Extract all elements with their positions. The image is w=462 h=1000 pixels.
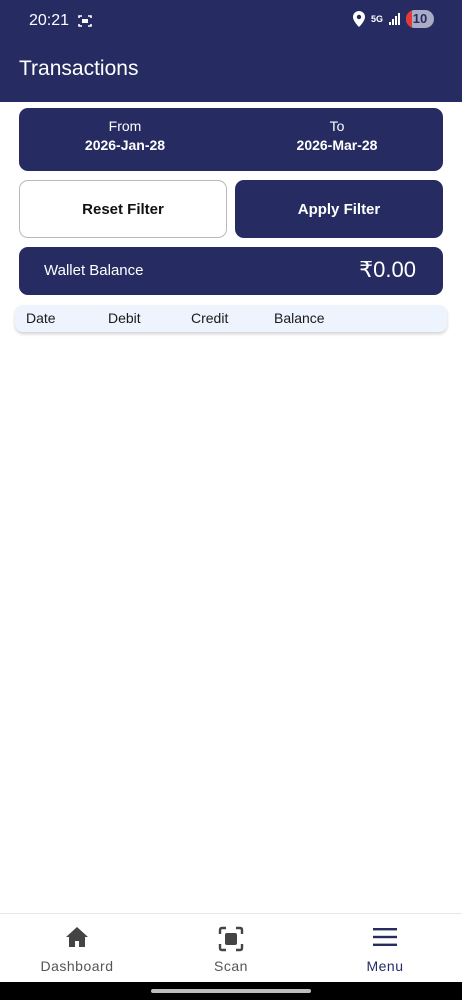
location-icon: [352, 11, 365, 27]
to-date-value: 2026-Mar-28: [296, 137, 378, 153]
column-header-credit: Credit: [191, 310, 229, 326]
wallet-balance-amount: ₹0.00: [359, 257, 416, 282]
to-label: To: [329, 118, 345, 134]
column-header-date: Date: [26, 310, 56, 326]
nav-label-menu: Menu: [366, 958, 404, 974]
status-time: 20:21: [29, 12, 70, 29]
wallet-balance-card: Wallet Balance ₹0.00: [19, 247, 443, 295]
home-icon: [65, 926, 89, 953]
from-date-value: 2026-Jan-28: [84, 137, 166, 153]
column-header-balance: Balance: [274, 310, 325, 326]
scan-icon: [218, 926, 244, 957]
transactions-table-header: Date Debit Credit Balance: [15, 305, 447, 332]
battery-icon: 10: [406, 10, 434, 28]
nav-item-menu[interactable]: Menu: [308, 914, 462, 983]
home-gesture-handle[interactable]: [151, 989, 311, 993]
signal-icon: [389, 13, 400, 25]
wallet-balance-label: Wallet Balance: [44, 262, 144, 279]
nav-label-dashboard: Dashboard: [40, 958, 114, 974]
nav-item-dashboard[interactable]: Dashboard: [0, 914, 154, 983]
date-range-card: From 2026-Jan-28 To 2026-Mar-28: [19, 108, 443, 171]
column-header-debit: Debit: [108, 310, 141, 326]
nav-item-scan[interactable]: Scan: [154, 914, 308, 983]
to-date-picker[interactable]: To 2026-Mar-28: [231, 117, 443, 155]
from-label: From: [108, 118, 142, 134]
status-bar: 20:21 5G 10: [0, 0, 462, 44]
nav-label-scan: Scan: [214, 958, 248, 974]
app-bar: Transactions: [0, 44, 462, 102]
network-type-label: 5G: [370, 13, 383, 24]
reset-filter-button[interactable]: Reset Filter: [19, 180, 227, 238]
from-date-picker[interactable]: From 2026-Jan-28: [19, 117, 231, 155]
page-title: Transactions: [19, 57, 139, 80]
screen-record-icon: [77, 13, 93, 29]
menu-icon: [372, 926, 398, 953]
apply-filter-button[interactable]: Apply Filter: [235, 180, 443, 238]
gesture-bar: [0, 982, 462, 1000]
status-icons: 5G 10: [352, 10, 434, 28]
battery-level: 10: [412, 11, 428, 26]
bottom-navigation: Dashboard Scan Menu: [0, 913, 462, 982]
